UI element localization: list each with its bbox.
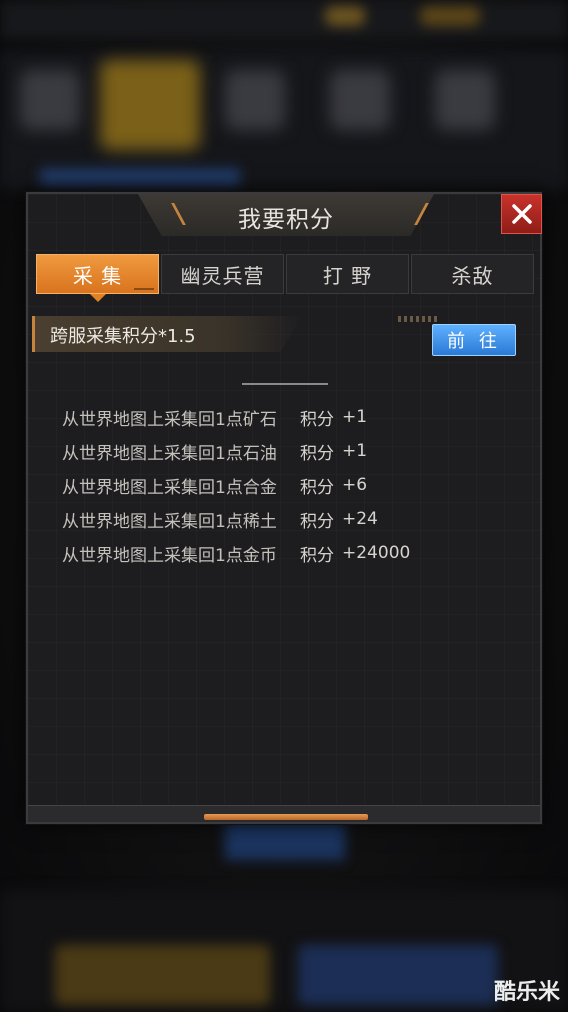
- points-label: 积分: [300, 511, 334, 532]
- rule-description: 从世界地图上采集回1点稀土: [62, 511, 277, 532]
- tab-kill-enemies[interactable]: 杀敌: [411, 254, 534, 294]
- tab-label: 打 野: [322, 263, 373, 288]
- tab-gather[interactable]: 采 集: [36, 254, 159, 302]
- bonus-text: 跨服采集积分*1.5: [50, 326, 196, 347]
- background-icon: [435, 70, 495, 130]
- dialog-title: 我要积分: [238, 207, 334, 233]
- background-button: [55, 945, 270, 1005]
- close-icon: [511, 204, 532, 224]
- tab-hunt[interactable]: 打 野: [286, 254, 409, 294]
- tab-label: 采 集: [72, 263, 123, 288]
- go-button[interactable]: 前 往: [432, 324, 516, 356]
- tab-label: 杀敌: [451, 263, 494, 288]
- rule-description: 从世界地图上采集回1点合金: [62, 477, 277, 498]
- rule-description: 从世界地图上采集回1点矿石: [62, 409, 277, 430]
- bottom-accent: [204, 814, 368, 820]
- points-label: 积分: [300, 409, 334, 430]
- points-value: +24000: [342, 543, 411, 563]
- background-strip: [40, 168, 240, 186]
- tab-label: 幽灵兵营: [180, 263, 265, 288]
- list-item: 从世界地图上采集回1点石油 积分 +1: [62, 434, 410, 468]
- points-label: 积分: [300, 443, 334, 464]
- game-screen: 我要积分 采 集 幽灵兵营 打 野 杀敌 跨服采集积分*1.5 前 往 从世界地…: [0, 0, 568, 1012]
- rule-description: 从世界地图上采集回1点石油: [62, 443, 277, 464]
- list-item: 从世界地图上采集回1点矿石 积分 +1: [62, 400, 410, 434]
- tab-bar: 采 集 幽灵兵营 打 野 杀敌: [36, 254, 534, 302]
- divider: [242, 383, 328, 385]
- background-icon: [20, 70, 80, 130]
- close-button[interactable]: [501, 194, 542, 234]
- points-value: +6: [342, 475, 368, 495]
- points-value: +24: [342, 509, 378, 529]
- list-item: 从世界地图上采集回1点合金 积分 +6: [62, 468, 410, 502]
- points-value: +1: [342, 407, 368, 427]
- background-button: [298, 945, 498, 1005]
- background-icon: [225, 70, 285, 130]
- background-button: [225, 820, 345, 860]
- points-dialog: 我要积分 采 集 幽灵兵营 打 野 杀敌 跨服采集积分*1.5 前 往 从世界地…: [26, 192, 542, 824]
- background-icon: [100, 60, 200, 150]
- banner-decoration: [398, 316, 438, 322]
- rule-description: 从世界地图上采集回1点金币: [62, 545, 277, 566]
- background-top-bar: [0, 0, 568, 40]
- background-icon: [330, 70, 390, 130]
- go-button-label: 前 往: [447, 331, 501, 352]
- points-rules-list: 从世界地图上采集回1点矿石 积分 +1 从世界地图上采集回1点石油 积分 +1 …: [62, 400, 410, 570]
- list-item: 从世界地图上采集回1点金币 积分 +24000: [62, 536, 410, 570]
- points-label: 积分: [300, 477, 334, 498]
- list-item: 从世界地图上采集回1点稀土 积分 +24: [62, 502, 410, 536]
- tab-ghost-barracks[interactable]: 幽灵兵营: [161, 254, 284, 294]
- points-label: 积分: [300, 545, 334, 566]
- points-value: +1: [342, 441, 368, 461]
- watermark-logo: 酷乐米: [493, 980, 560, 1005]
